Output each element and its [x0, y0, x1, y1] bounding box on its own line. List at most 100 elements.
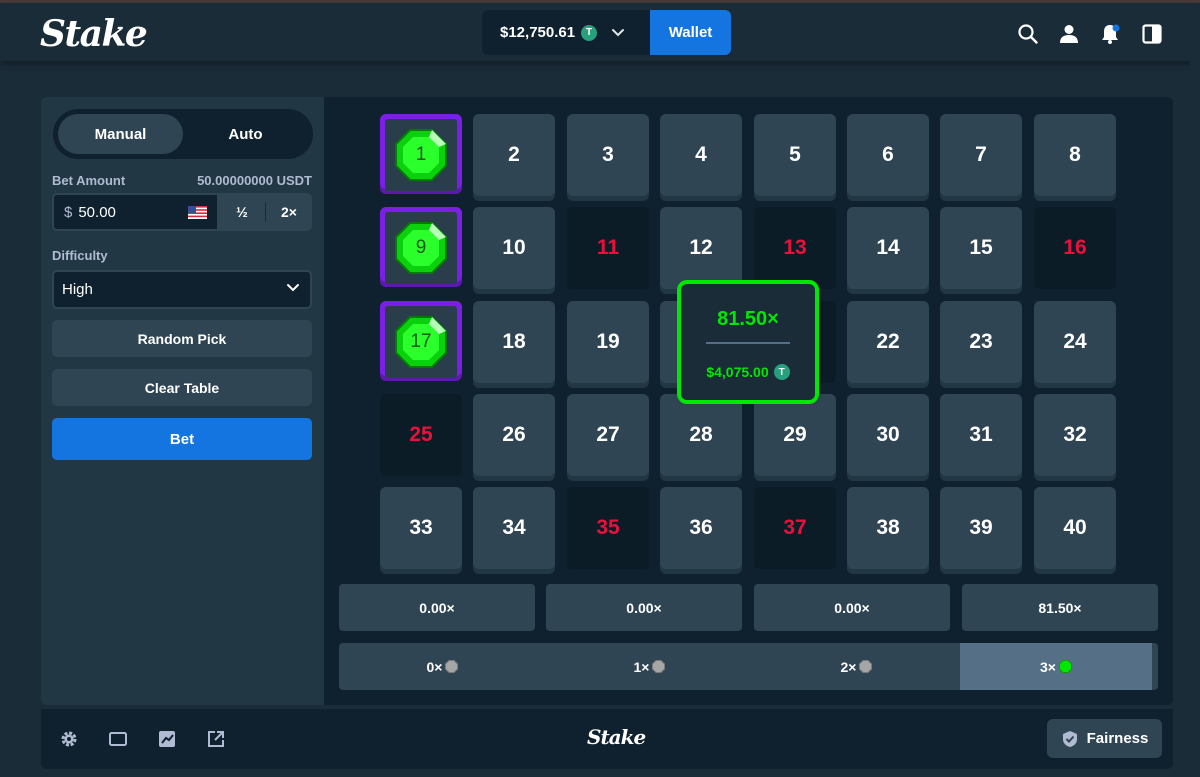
difficulty-label: Difficulty	[52, 248, 108, 263]
tile-number: 16	[1063, 236, 1087, 259]
keno-tile-24[interactable]: 24	[1034, 301, 1116, 383]
tile-number: 6	[882, 143, 894, 166]
keno-tile-22[interactable]: 22	[847, 301, 929, 383]
keno-tile-4[interactable]: 4	[660, 114, 742, 196]
keno-tile-14[interactable]: 14	[847, 207, 929, 289]
popout-icon[interactable]	[206, 729, 226, 749]
tab-auto[interactable]: Auto	[183, 114, 308, 154]
keno-tile-1[interactable]: 1	[380, 114, 462, 191]
tile-number: 7	[975, 143, 987, 166]
keno-tile-16[interactable]: 16	[1034, 207, 1116, 289]
gem-icon	[652, 660, 666, 673]
bet-amount-label: Bet Amount	[52, 173, 126, 188]
tile-number: 31	[969, 423, 993, 446]
keno-tile-35[interactable]: 35	[567, 487, 649, 569]
tile-number: 14	[876, 236, 900, 259]
bet-amount-value: 50.00	[78, 203, 116, 221]
keno-tile-33[interactable]: 33	[380, 487, 462, 569]
tile-number: 29	[783, 423, 807, 446]
keno-tile-34[interactable]: 34	[473, 487, 555, 569]
hit-count-3: 3×	[960, 643, 1152, 690]
tile-number: 40	[1063, 516, 1087, 539]
difficulty-select[interactable]: High	[52, 270, 312, 309]
keno-tile-28[interactable]: 28	[660, 394, 742, 476]
payout-multiplier: 0.00×	[754, 584, 950, 631]
tether-coin-icon: T	[581, 24, 598, 41]
keno-tile-7[interactable]: 7	[940, 114, 1022, 196]
stats-icon[interactable]	[157, 729, 177, 749]
keno-tile-32[interactable]: 32	[1034, 394, 1116, 476]
tile-number: 10	[502, 236, 526, 259]
tile-number: 8	[1069, 143, 1081, 166]
fairness-button[interactable]: Fairness	[1047, 719, 1162, 758]
bet-button[interactable]: Bet	[52, 418, 312, 460]
search-icon[interactable]	[1017, 23, 1039, 45]
tile-number: 9	[415, 237, 427, 258]
tile-number: 36	[689, 516, 713, 539]
tile-number: 28	[689, 423, 713, 446]
balance-selector[interactable]: $12,750.61 T	[482, 10, 650, 55]
keno-tile-9[interactable]: 9	[380, 207, 462, 284]
keno-tile-26[interactable]: 26	[473, 394, 555, 476]
gem-icon	[1058, 660, 1072, 673]
tile-number: 2	[508, 143, 520, 166]
keno-tile-39[interactable]: 39	[940, 487, 1022, 569]
keno-tile-11[interactable]: 11	[567, 207, 649, 289]
payout-multiplier: 0.00×	[339, 584, 535, 631]
hit-count-label: 1×	[633, 658, 650, 675]
keno-tile-40[interactable]: 40	[1034, 487, 1116, 569]
keno-tile-6[interactable]: 6	[847, 114, 929, 196]
keno-tile-19[interactable]: 19	[567, 301, 649, 383]
keno-tile-23[interactable]: 23	[940, 301, 1022, 383]
payout-multiplier: 81.50×	[962, 584, 1158, 631]
clear-table-button[interactable]: Clear Table	[52, 369, 312, 406]
keno-tile-10[interactable]: 10	[473, 207, 555, 289]
keno-tile-15[interactable]: 15	[940, 207, 1022, 289]
theatre-mode-icon[interactable]	[108, 729, 128, 749]
site-header: Stake $12,750.61 T Wallet	[0, 3, 1200, 61]
tab-manual[interactable]: Manual	[58, 114, 183, 154]
mode-tabs: Manual Auto	[53, 109, 313, 159]
win-payout-row: $4,075.00 T	[681, 364, 815, 380]
keno-tile-36[interactable]: 36	[660, 487, 742, 569]
notifications-icon[interactable]	[1099, 23, 1121, 45]
tile-number: 32	[1063, 423, 1087, 446]
win-payout: $4,075.00	[706, 364, 769, 380]
keno-tile-31[interactable]: 31	[940, 394, 1022, 476]
chevron-down-icon	[287, 284, 299, 292]
tile-number: 11	[596, 236, 620, 259]
keno-tile-30[interactable]: 30	[847, 394, 929, 476]
keno-tile-12[interactable]: 12	[660, 207, 742, 289]
user-icon[interactable]	[1058, 23, 1080, 45]
win-multiplier: 81.50×	[717, 308, 779, 330]
bet-amount-input[interactable]: $ 50.00	[52, 193, 219, 231]
keno-tile-3[interactable]: 3	[567, 114, 649, 196]
sidebar-toggle-icon[interactable]	[1141, 23, 1163, 45]
keno-tile-38[interactable]: 38	[847, 487, 929, 569]
hit-count-0: 0×	[339, 643, 546, 690]
random-pick-button[interactable]: Random Pick	[52, 320, 312, 357]
keno-tile-29[interactable]: 29	[754, 394, 836, 476]
difficulty-value: High	[62, 281, 93, 298]
stake-logo: Stake	[587, 725, 646, 749]
tile-number: 19	[596, 330, 620, 353]
tile-number: 12	[689, 236, 713, 259]
settings-icon[interactable]	[59, 729, 79, 749]
half-bet-button[interactable]: ½	[219, 193, 265, 231]
keno-tile-37[interactable]: 37	[754, 487, 836, 569]
stake-logo[interactable]: Stake	[40, 13, 148, 55]
keno-tile-8[interactable]: 8	[1034, 114, 1116, 196]
keno-tile-27[interactable]: 27	[567, 394, 649, 476]
wallet-button[interactable]: Wallet	[650, 10, 731, 55]
shield-check-icon	[1062, 730, 1077, 747]
keno-tile-18[interactable]: 18	[473, 301, 555, 383]
bet-amount-input-group: $ 50.00 ½ 2×	[52, 193, 312, 231]
double-bet-button[interactable]: 2×	[266, 193, 312, 231]
keno-tile-17[interactable]: 17	[380, 301, 462, 378]
tile-number: 22	[876, 330, 900, 353]
keno-tile-25[interactable]: 25	[380, 394, 462, 476]
keno-tile-5[interactable]: 5	[754, 114, 836, 196]
keno-tile-2[interactable]: 2	[473, 114, 555, 196]
keno-tile-13[interactable]: 13	[754, 207, 836, 289]
hit-count-2: 2×	[753, 643, 960, 690]
